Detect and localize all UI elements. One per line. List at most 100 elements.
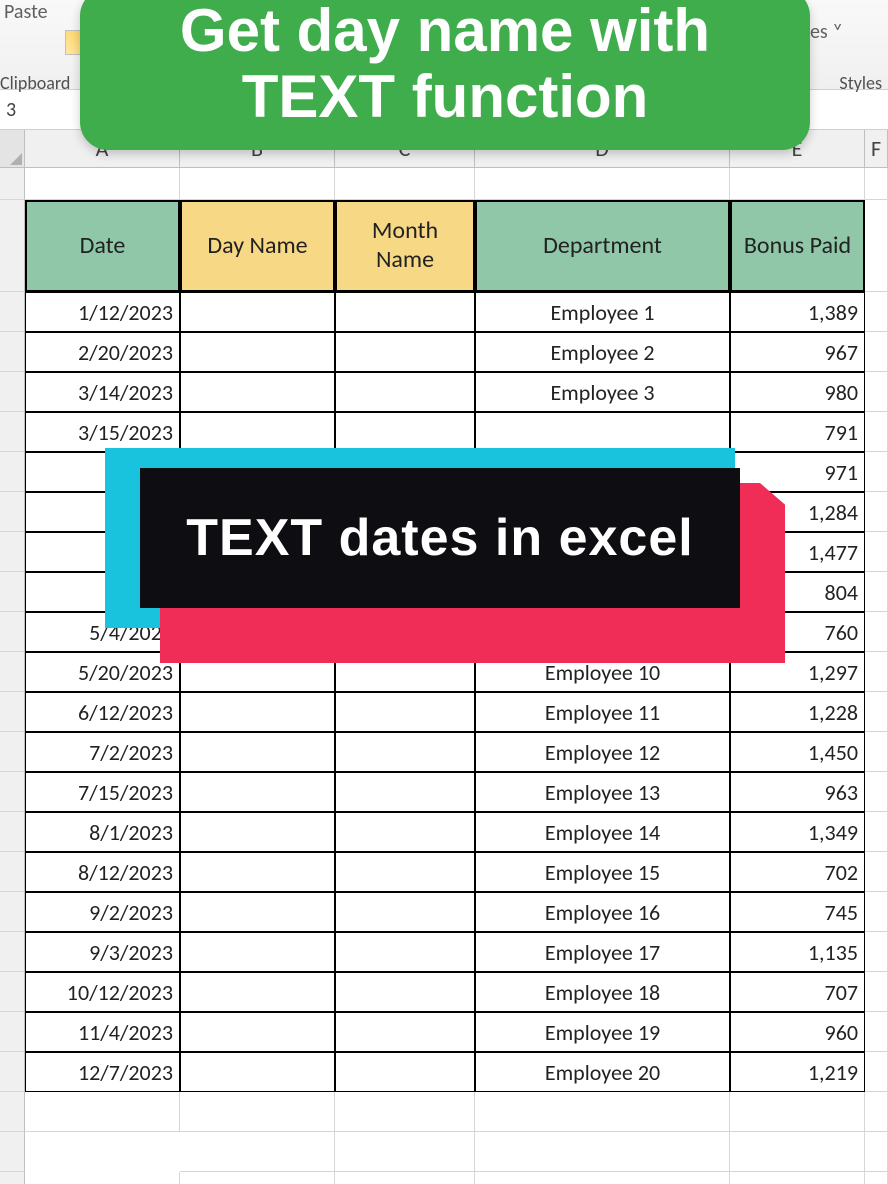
- cell[interactable]: [475, 1132, 730, 1172]
- cell[interactable]: [730, 168, 865, 200]
- cell-bonus[interactable]: 702: [730, 852, 865, 892]
- cell-monthname[interactable]: [335, 412, 475, 452]
- cell-department[interactable]: Employee 20: [475, 1052, 730, 1092]
- cell-bonus[interactable]: 1,135: [730, 932, 865, 972]
- cell-date[interactable]: 9/3/2023: [25, 932, 180, 972]
- cell-department[interactable]: Employee 3: [475, 372, 730, 412]
- cell[interactable]: [865, 572, 888, 612]
- cell-dayname[interactable]: [180, 292, 335, 332]
- cell[interactable]: [865, 732, 888, 772]
- row-header[interactable]: [0, 492, 25, 532]
- cell[interactable]: [865, 412, 888, 452]
- cell[interactable]: [180, 1172, 335, 1184]
- cell[interactable]: [865, 292, 888, 332]
- cell-monthname[interactable]: [335, 852, 475, 892]
- cell-monthname[interactable]: [335, 1012, 475, 1052]
- row-header[interactable]: [0, 572, 25, 612]
- cell[interactable]: [25, 1092, 180, 1132]
- cell-monthname[interactable]: [335, 292, 475, 332]
- cell-department[interactable]: Employee 15: [475, 852, 730, 892]
- cell-dayname[interactable]: [180, 892, 335, 932]
- cell[interactable]: [865, 1052, 888, 1092]
- cell[interactable]: [25, 168, 180, 200]
- row-header[interactable]: [0, 1012, 25, 1052]
- cell-monthname[interactable]: [335, 332, 475, 372]
- row-header[interactable]: [0, 200, 25, 292]
- cell[interactable]: [730, 1092, 865, 1132]
- cell-monthname[interactable]: [335, 732, 475, 772]
- cell-dayname[interactable]: [180, 692, 335, 732]
- cell[interactable]: [865, 1092, 888, 1132]
- cell-dayname[interactable]: [180, 332, 335, 372]
- cell[interactable]: [865, 652, 888, 692]
- row-header[interactable]: [0, 1132, 25, 1172]
- cell-date[interactable]: 12/7/2023: [25, 1052, 180, 1092]
- cell[interactable]: [730, 1172, 865, 1184]
- cell-dayname[interactable]: [180, 932, 335, 972]
- cell[interactable]: [865, 932, 888, 972]
- cell[interactable]: [180, 168, 335, 200]
- cell[interactable]: [475, 1172, 730, 1184]
- cell-department[interactable]: Employee 18: [475, 972, 730, 1012]
- cell[interactable]: [335, 168, 475, 200]
- cell-date[interactable]: 5/20/2023: [25, 652, 180, 692]
- cell-bonus[interactable]: 1,450: [730, 732, 865, 772]
- cell-date[interactable]: 6/12/2023: [25, 692, 180, 732]
- cell-date[interactable]: 10/12/2023: [25, 972, 180, 1012]
- cell[interactable]: [865, 200, 888, 292]
- cell-date[interactable]: 3/14/2023: [25, 372, 180, 412]
- cell-date[interactable]: 8/1/2023: [25, 812, 180, 852]
- cell[interactable]: [865, 1012, 888, 1052]
- cell[interactable]: [865, 532, 888, 572]
- row-header[interactable]: [0, 332, 25, 372]
- row-header[interactable]: [0, 772, 25, 812]
- cell[interactable]: [475, 1092, 730, 1132]
- row-header[interactable]: [0, 972, 25, 1012]
- cell-bonus[interactable]: 707: [730, 972, 865, 1012]
- cell-bonus[interactable]: 1,349: [730, 812, 865, 852]
- cell-bonus[interactable]: 1,389: [730, 292, 865, 332]
- cell[interactable]: [865, 1172, 888, 1184]
- cell[interactable]: [25, 1132, 180, 1172]
- cell[interactable]: [865, 1132, 888, 1172]
- col-header-F[interactable]: F: [865, 130, 888, 168]
- cell-dayname[interactable]: [180, 1012, 335, 1052]
- cell[interactable]: [335, 1092, 475, 1132]
- cell-bonus[interactable]: 1,228: [730, 692, 865, 732]
- cell-date[interactable]: 8/12/2023: [25, 852, 180, 892]
- row-header[interactable]: [0, 412, 25, 452]
- cell-date[interactable]: 7/15/2023: [25, 772, 180, 812]
- row-header[interactable]: [0, 372, 25, 412]
- cell[interactable]: [865, 972, 888, 1012]
- table-header-bonus[interactable]: Bonus Paid: [730, 200, 865, 292]
- cell-bonus[interactable]: 1,219: [730, 1052, 865, 1092]
- row-header[interactable]: [0, 892, 25, 932]
- cell[interactable]: [180, 1132, 335, 1172]
- row-header[interactable]: [0, 452, 25, 492]
- cell-department[interactable]: Employee 16: [475, 892, 730, 932]
- cell-monthname[interactable]: [335, 932, 475, 972]
- cell[interactable]: [865, 812, 888, 852]
- cell-styles-dropdown[interactable]: es ˅: [810, 20, 843, 44]
- row-header[interactable]: [0, 932, 25, 972]
- cell[interactable]: [475, 168, 730, 200]
- cell-date[interactable]: 9/2/2023: [25, 892, 180, 932]
- row-header[interactable]: [0, 1092, 25, 1132]
- cell-bonus[interactable]: 967: [730, 332, 865, 372]
- cell-monthname[interactable]: [335, 1052, 475, 1092]
- cell-department[interactable]: Employee 12: [475, 732, 730, 772]
- cell[interactable]: [865, 372, 888, 412]
- cell-dayname[interactable]: [180, 812, 335, 852]
- cell-dayname[interactable]: [180, 1052, 335, 1092]
- cell[interactable]: [335, 1172, 475, 1184]
- row-header[interactable]: [0, 168, 25, 200]
- cell[interactable]: [865, 772, 888, 812]
- cell[interactable]: [865, 168, 888, 200]
- cell-department[interactable]: Employee 11: [475, 692, 730, 732]
- cell-dayname[interactable]: [180, 412, 335, 452]
- table-header-department[interactable]: Department: [475, 200, 730, 292]
- cell-date[interactable]: 7/2/2023: [25, 732, 180, 772]
- row-header[interactable]: [0, 292, 25, 332]
- cell-bonus[interactable]: 960: [730, 1012, 865, 1052]
- cell[interactable]: [865, 892, 888, 932]
